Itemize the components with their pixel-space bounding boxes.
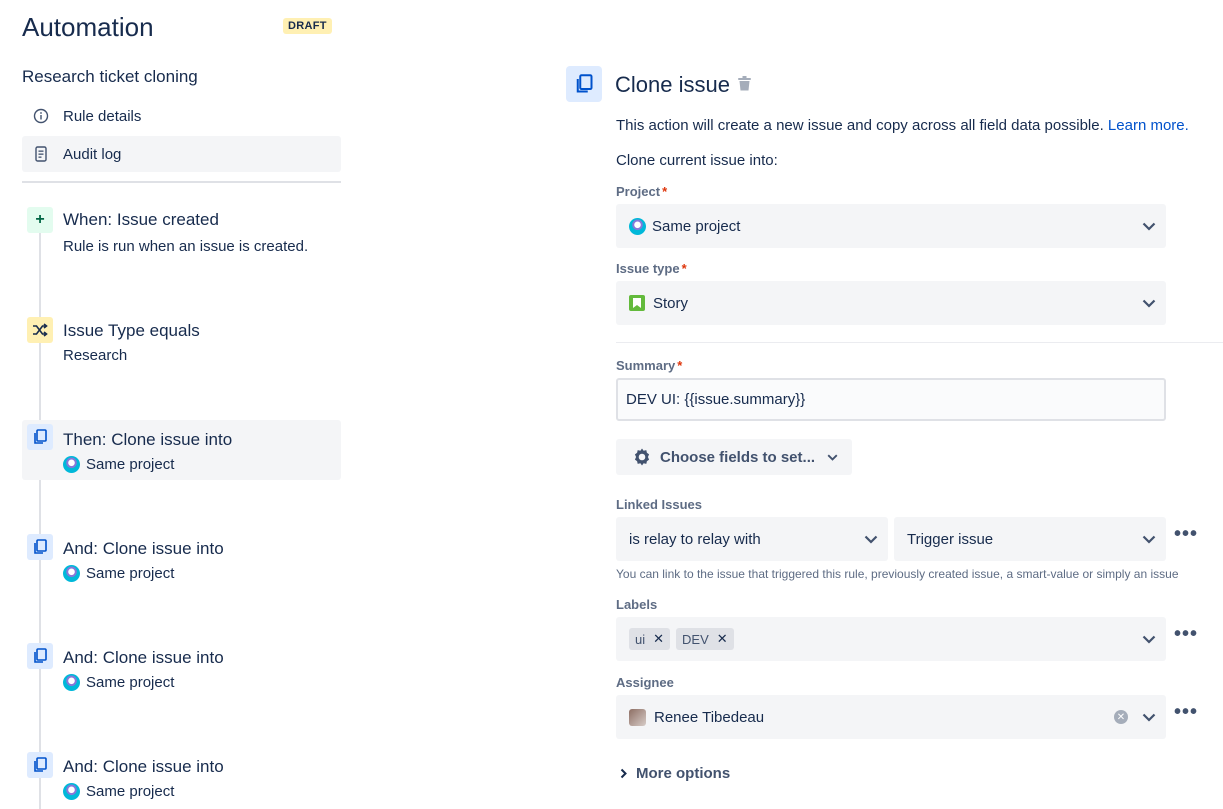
chevron-down-icon: [1132, 535, 1166, 544]
learn-more-link[interactable]: Learn more.: [1108, 117, 1189, 134]
copy-icon: [27, 424, 53, 450]
step-title: Issue Type equals: [63, 321, 200, 340]
shuffle-icon: [27, 317, 53, 343]
summary-label: Summary *: [616, 358, 683, 373]
project-avatar-icon: [63, 456, 80, 473]
gear-icon: [632, 447, 652, 467]
chevron-down-icon: [1132, 299, 1166, 308]
step-subtitle: Same project: [63, 565, 174, 582]
step-title: And: Clone issue into: [63, 757, 224, 776]
linked-issues-label: Linked Issues: [616, 497, 702, 512]
issue-type-select[interactable]: Story: [616, 281, 1166, 325]
action-description: This action will create a new issue and …: [616, 117, 1189, 134]
copy-icon: [566, 66, 602, 102]
more-actions-icon[interactable]: •••: [1174, 623, 1198, 646]
chevron-down-icon: [1132, 635, 1166, 644]
story-icon: [629, 295, 645, 311]
remove-tag-icon[interactable]: ✕: [717, 631, 728, 647]
step-condition[interactable]: Issue Type equals Research: [22, 315, 341, 375]
step-subtitle: Same project: [63, 456, 174, 473]
label-tag: DEV ✕: [676, 628, 734, 650]
sidebar-divider: [22, 181, 341, 183]
action-title: Clone issue: [615, 72, 730, 97]
assignee-select[interactable]: Renee Tibedeau ✕: [616, 695, 1166, 739]
chevron-down-icon: [827, 454, 838, 461]
project-avatar-icon: [629, 217, 646, 235]
draft-badge: DRAFT: [283, 18, 332, 34]
chevron-down-icon: [1132, 222, 1166, 231]
section-divider: [616, 342, 1223, 343]
step-action-2[interactable]: And: Clone issue into Same project: [22, 533, 341, 593]
project-avatar-icon: [63, 783, 80, 800]
issue-type-label: Issue type *: [616, 261, 687, 276]
nav-label: Rule details: [63, 107, 142, 125]
choose-fields-button[interactable]: Choose fields to set...: [616, 439, 852, 475]
more-actions-icon[interactable]: •••: [1174, 701, 1198, 724]
avatar: [629, 708, 646, 726]
project-avatar-icon: [63, 674, 80, 691]
step-title: And: Clone issue into: [63, 539, 224, 558]
nav-label: Audit log: [63, 145, 122, 163]
remove-tag-icon[interactable]: ✕: [653, 631, 664, 647]
link-target-select[interactable]: Trigger issue: [894, 517, 1166, 561]
step-subtitle: Same project: [63, 783, 174, 800]
step-title: And: Clone issue into: [63, 648, 224, 667]
step-subtitle: Research: [63, 347, 128, 364]
clone-into-text: Clone current issue into:: [616, 152, 778, 169]
project-select[interactable]: Same project: [616, 204, 1166, 248]
assignee-label: Assignee: [616, 675, 674, 690]
step-subtitle: Rule is run when an issue is created.: [63, 238, 309, 255]
copy-icon: [27, 643, 53, 669]
project-label: Project *: [616, 184, 668, 199]
step-subtitle: Same project: [63, 674, 174, 691]
rule-name: Research ticket cloning: [22, 67, 198, 86]
labels-select[interactable]: ui ✕ DEV ✕: [616, 617, 1166, 661]
clear-icon[interactable]: ✕: [1114, 710, 1128, 724]
link-type-select[interactable]: is relay to relay with: [616, 517, 888, 561]
step-action-1[interactable]: Then: Clone issue into Same project: [22, 420, 341, 480]
info-icon: [32, 108, 50, 124]
nav-rule-details[interactable]: Rule details: [22, 98, 341, 134]
nav-audit-log[interactable]: Audit log: [22, 136, 341, 172]
page-title: Automation: [22, 12, 154, 42]
more-actions-icon[interactable]: •••: [1174, 523, 1198, 546]
summary-input[interactable]: DEV UI: {{issue.summary}}: [616, 378, 1166, 421]
chevron-right-icon: [620, 768, 627, 779]
copy-icon: [27, 752, 53, 778]
linked-issues-help: You can link to the issue that triggered…: [616, 567, 1179, 581]
trash-icon[interactable]: [738, 76, 751, 96]
plus-icon: +: [27, 207, 53, 233]
copy-icon: [27, 534, 53, 560]
step-action-3[interactable]: And: Clone issue into Same project: [22, 642, 341, 702]
step-trigger[interactable]: + When: Issue created Rule is run when a…: [22, 205, 341, 265]
more-options-toggle[interactable]: More options: [620, 765, 730, 782]
document-icon: [32, 146, 50, 162]
chevron-down-icon: [1132, 713, 1166, 722]
project-avatar-icon: [63, 565, 80, 582]
chevron-down-icon: [854, 535, 888, 544]
label-tag: ui ✕: [629, 628, 671, 650]
step-action-4[interactable]: And: Clone issue into Same project: [22, 751, 341, 809]
step-title: When: Issue created: [63, 210, 219, 229]
labels-label: Labels: [616, 597, 658, 612]
step-title: Then: Clone issue into: [63, 430, 233, 449]
